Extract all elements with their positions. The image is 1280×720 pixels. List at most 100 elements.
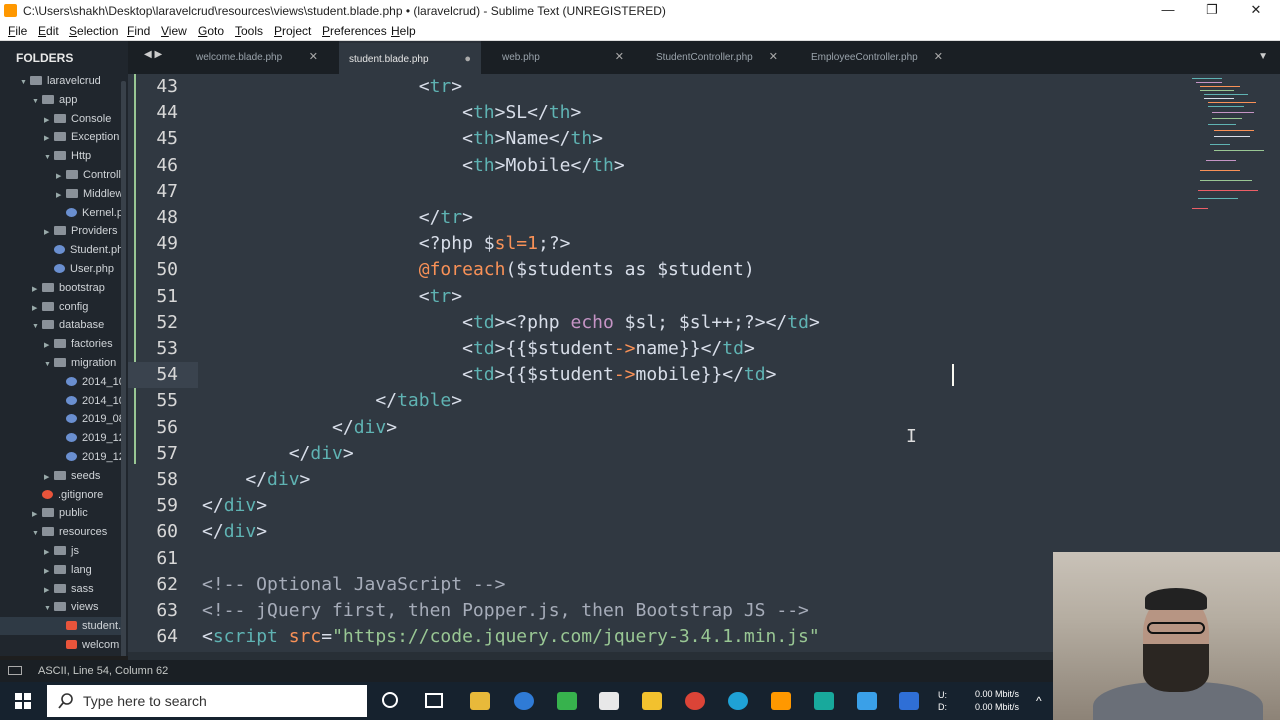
file-explorer-icon[interactable] bbox=[470, 692, 490, 710]
sidebar-item[interactable]: ▼ migration bbox=[0, 354, 121, 372]
mail-icon[interactable] bbox=[599, 692, 619, 710]
menu-find[interactable]: Find bbox=[127, 24, 150, 38]
edge-dev-icon[interactable] bbox=[728, 692, 748, 710]
code-token: >Mobile</ bbox=[494, 154, 593, 176]
code-token: > bbox=[765, 364, 777, 386]
code-token: < bbox=[202, 128, 473, 150]
menu-view[interactable]: View bbox=[161, 24, 187, 38]
sidebar-item[interactable]: ▶ public bbox=[0, 504, 121, 522]
edge-icon[interactable] bbox=[514, 692, 534, 710]
close-icon[interactable]: ✕ bbox=[309, 41, 318, 74]
sidebar-item[interactable]: .gitignore bbox=[0, 486, 121, 504]
chrome-icon[interactable] bbox=[685, 692, 705, 710]
sidebar-item-label: Exception bbox=[71, 131, 120, 144]
menu-tools[interactable]: Tools bbox=[235, 24, 263, 38]
sidebar-item[interactable]: ▼ resources bbox=[0, 523, 121, 541]
sidebar-item-label: Student.ph bbox=[70, 244, 124, 257]
sidebar-item[interactable]: ▼ laravelcrud bbox=[0, 72, 121, 90]
menu-file[interactable]: File bbox=[8, 24, 27, 38]
tab-student-controller[interactable]: StudentController.php ✕ bbox=[646, 41, 788, 74]
taskbar-search-box[interactable]: Type here to search bbox=[47, 685, 367, 717]
sidebar-item-label: Kernel.p bbox=[82, 206, 123, 219]
blade-file-icon bbox=[66, 621, 77, 631]
app-icon[interactable] bbox=[814, 692, 834, 710]
sublime-taskbar-icon[interactable] bbox=[771, 692, 791, 710]
unsaved-dot-icon[interactable]: ● bbox=[464, 43, 471, 76]
sidebar-item[interactable]: ▶ Exception bbox=[0, 128, 121, 146]
sidebar-item[interactable]: 2019_12 bbox=[0, 429, 125, 447]
panel-toggle-icon[interactable] bbox=[8, 666, 22, 675]
sidebar-item[interactable]: 2014_10 bbox=[0, 392, 125, 410]
sidebar-scrollbar[interactable] bbox=[121, 81, 126, 656]
tab-welcome-blade[interactable]: welcome.blade.php ✕ bbox=[186, 41, 328, 74]
code-token: $ bbox=[483, 233, 495, 255]
sidebar-item[interactable]: Kernel.p bbox=[0, 204, 123, 222]
sidebar-item[interactable]: ▶ seeds bbox=[0, 467, 121, 485]
code-token: td bbox=[472, 311, 495, 333]
chevron-right-icon: ▶ bbox=[44, 229, 50, 237]
sticky-notes-icon[interactable] bbox=[642, 692, 662, 710]
sidebar-item[interactable]: ▶ bootstrap bbox=[0, 279, 121, 297]
person-hair bbox=[1145, 588, 1207, 610]
close-button[interactable]: ✕ bbox=[1234, 0, 1278, 22]
windows-start-icon[interactable] bbox=[15, 693, 31, 709]
code-token: div bbox=[267, 469, 300, 490]
code-token: >{{ bbox=[494, 338, 528, 359]
sidebar-item[interactable]: ▶ Console bbox=[0, 110, 121, 128]
sidebar-item[interactable]: ▶ Controll bbox=[0, 166, 121, 184]
menu-help[interactable]: Help bbox=[391, 24, 416, 38]
close-icon[interactable]: ✕ bbox=[769, 41, 778, 74]
task-view-icon[interactable] bbox=[425, 693, 443, 708]
menu-edit[interactable]: Edit bbox=[38, 24, 59, 38]
sidebar-item[interactable]: 2019_12 bbox=[0, 448, 125, 466]
sidebar-item[interactable]: 2019_08 bbox=[0, 410, 125, 428]
sidebar-item[interactable]: ▶ lang bbox=[0, 561, 121, 579]
sidebar-item[interactable]: ▶ Providers bbox=[0, 222, 121, 240]
sidebar-item[interactable]: ▶ js bbox=[0, 542, 121, 560]
sidebar-item[interactable]: User.php bbox=[0, 260, 121, 278]
folder-icon bbox=[42, 320, 54, 330]
line-number: 45 bbox=[156, 128, 178, 150]
minimize-button[interactable]: — bbox=[1146, 0, 1190, 22]
sidebar-item[interactable]: ▶ sass bbox=[0, 580, 121, 598]
tab-student-blade[interactable]: student.blade.php ● bbox=[339, 41, 481, 74]
sidebar-item[interactable]: ▼ database bbox=[0, 316, 121, 334]
sidebar-item[interactable]: welcom bbox=[0, 636, 121, 654]
code-token: }}</ bbox=[678, 338, 723, 359]
code-line: <th>Name</th> bbox=[202, 128, 603, 149]
tab-dropdown-icon[interactable]: ▼ bbox=[1258, 51, 1268, 62]
sidebar-item[interactable]: ▼ Http bbox=[0, 147, 121, 165]
sidebar-item[interactable]: ▶ config bbox=[0, 298, 121, 316]
code-token: > bbox=[256, 495, 268, 517]
tab-nav-arrows-icon[interactable]: ◀ ▶ bbox=[144, 49, 162, 60]
cleaner-app-icon[interactable] bbox=[557, 692, 577, 710]
cortana-icon[interactable] bbox=[382, 692, 398, 708]
close-icon[interactable]: ✕ bbox=[934, 41, 943, 74]
menu-preferences[interactable]: Preferences bbox=[322, 24, 387, 38]
menu-selection[interactable]: Selection bbox=[69, 24, 118, 38]
minimap[interactable] bbox=[1190, 74, 1270, 234]
code-line: </div> bbox=[202, 417, 397, 438]
menu-project[interactable]: Project bbox=[274, 24, 311, 38]
window-app-icon[interactable] bbox=[857, 692, 877, 710]
restore-button[interactable]: ❐ bbox=[1190, 0, 1234, 22]
folder-icon bbox=[54, 470, 66, 480]
code-token: < bbox=[202, 311, 473, 333]
sidebar-item[interactable]: ▶ Middlew bbox=[0, 185, 123, 203]
tab-employee-controller[interactable]: EmployeeController.php ✕ bbox=[801, 41, 953, 74]
close-icon[interactable]: ✕ bbox=[615, 41, 624, 74]
sidebar-item[interactable]: ▼ views bbox=[0, 598, 121, 616]
sidebar-item[interactable]: ▶ factories bbox=[0, 335, 121, 353]
menu-goto[interactable]: Goto bbox=[198, 24, 224, 38]
sidebar-item[interactable]: student. bbox=[0, 617, 121, 636]
php-file-icon bbox=[66, 395, 77, 405]
sidebar-item[interactable]: Student.ph bbox=[0, 241, 124, 259]
tray-chevron-icon[interactable]: ^ bbox=[1036, 694, 1042, 708]
sidebar-item[interactable]: ▼ app bbox=[0, 91, 121, 109]
line-number: 61 bbox=[156, 547, 178, 569]
tab-web-php[interactable]: web.php ✕ bbox=[492, 41, 634, 74]
ibeam-cursor-icon: I bbox=[906, 426, 917, 447]
sidebar-item[interactable]: 2014_10 bbox=[0, 373, 125, 391]
vscode-icon[interactable] bbox=[899, 692, 919, 710]
